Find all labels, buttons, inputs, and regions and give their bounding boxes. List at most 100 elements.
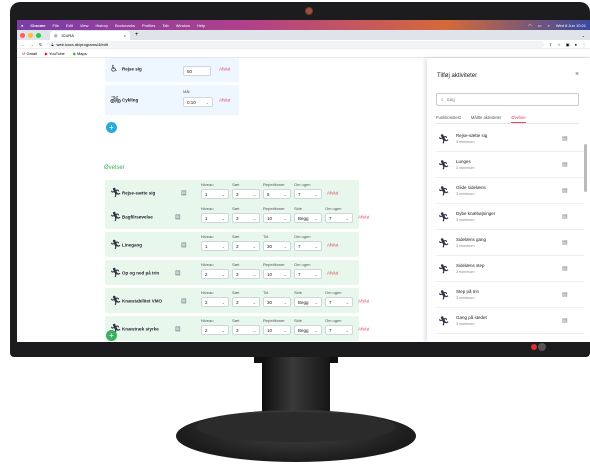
catalog-item[interactable]: 🏃︎ Rejse-sætte sig 3 minimum ▤ [436,128,584,152]
share-icon[interactable]: ⇪ [549,42,552,47]
catalog-item[interactable]: 🏃︎ Dybe knæbøjninger 3 minimum ▤ [436,206,584,230]
catalog-item[interactable]: 🏃︎ Lunges 3 minimum ▤ [436,154,584,178]
field-select[interactable]: 3 ⌄ [232,269,260,279]
end-button[interactable]: Afslut [358,326,369,331]
close-window-icon[interactable] [20,32,25,38]
goal-select[interactable]: 0:10 ⌄ [183,97,213,107]
menu-item[interactable]: File [53,23,59,28]
catalog-item[interactable]: 🏃︎ Gang på stedet 3 minimum ▤ [436,310,584,334]
clock[interactable]: Wed 8 Jun 10.01 [556,23,586,28]
panel-scrollbar[interactable] [584,144,587,192]
field-select[interactable]: 2 ⌄ [201,325,229,335]
field-select[interactable]: 3 ⌄ [232,213,260,223]
field-select[interactable]: 1 ⌄ [201,189,229,199]
field-select[interactable]: Begg ⌄ [294,213,322,223]
url-field[interactable]: 🔒︎ web.icura.dk/programs/4/edit [47,40,544,48]
apple-icon[interactable]: ● [21,23,23,28]
field-select[interactable]: Begg ⌄ [294,325,322,335]
bookmark-youtube[interactable]: ▶ YouTube [45,51,65,56]
catalog-item[interactable]: 🏃︎ Sidelæns step 3 minimum ▤ [436,258,584,282]
field-select[interactable]: 7 ⌄ [325,325,353,335]
menu-item[interactable]: Profiles [142,23,155,28]
calendar-icon[interactable]: ▤ [175,325,181,332]
chevron-down-icon[interactable]: ⌄ [582,33,585,38]
field-select[interactable]: 2 ⌄ [201,269,229,279]
field-select[interactable]: 10 ⌄ [263,325,291,335]
more-icon[interactable]: ⋮ [582,42,586,47]
field-select[interactable]: 3 ⌄ [232,241,260,251]
wifi-icon[interactable]: ◠ [528,23,532,28]
tab-functional-test[interactable]: Funktionstest [436,112,461,123]
field-select[interactable]: 1 ⌄ [201,213,229,223]
field-select[interactable]: 3 ⌄ [232,297,260,307]
forward-icon[interactable]: → [30,42,34,47]
calendar-icon[interactable]: ▤ [562,187,568,194]
calendar-icon[interactable]: ▤ [562,317,568,324]
activity-value-input[interactable]: 50 [183,66,211,76]
bookmark-gmail[interactable]: M Gmail [22,51,37,56]
search-icon[interactable]: ⌕ [548,23,550,28]
field-select[interactable]: 3 ⌄ [232,325,260,335]
field-select[interactable]: 7 ⌄ [294,189,322,199]
menu-item[interactable]: Tab [162,23,168,28]
calendar-icon[interactable]: ▤ [562,135,568,142]
field-select[interactable]: 30 ⌄ [263,241,291,251]
zoom-window-icon[interactable] [36,32,41,38]
reload-icon[interactable]: ↻ [39,42,42,47]
profile-icon[interactable]: ● [575,42,577,47]
calendar-icon[interactable]: ▤ [562,239,568,246]
add-exercise-button[interactable]: + [106,330,117,341]
menu-item[interactable]: Help [197,23,205,28]
tab-measured-activities[interactable]: Måltte aktiviteter [471,112,502,123]
end-button[interactable]: Afslut [219,98,230,103]
calendar-icon[interactable]: ▤ [562,213,568,220]
calendar-icon[interactable]: ▤ [175,213,181,220]
search-input[interactable]: ⌕ Søg [436,93,579,106]
end-button[interactable]: Afslut [327,190,338,195]
back-icon[interactable]: ← [21,42,25,47]
calendar-icon[interactable]: ▤ [562,291,568,298]
menu-item[interactable]: Bookmarks [115,23,135,28]
field-select[interactable]: 10 ⌄ [263,269,291,279]
catalog-item[interactable]: 🏃︎ Glide sidelæns 3 minimum ▤ [436,180,584,204]
battery-icon[interactable]: ▭ [538,23,542,28]
power-button[interactable] [538,343,546,351]
extensions-icon[interactable]: ▣ [566,42,570,47]
end-button[interactable]: Afslut [327,242,338,247]
calendar-icon[interactable]: ▤ [181,297,187,304]
close-tab-icon[interactable]: × [124,33,126,38]
end-button[interactable]: Afslut [358,214,369,219]
catalog-item[interactable]: 🏃︎ Sidelæns gang 3 minimum ▤ [436,232,584,256]
tab-exercises[interactable]: Øvelser [511,112,526,123]
field-select[interactable]: 7 ⌄ [325,297,353,307]
field-select[interactable]: 1 ⌄ [201,241,229,251]
field-select[interactable]: 7 ⌄ [294,241,322,251]
end-button[interactable]: Afslut [219,67,230,72]
menu-item[interactable]: History [96,23,108,28]
field-select[interactable]: 10 ⌄ [263,213,291,223]
field-select[interactable]: 3 ⌄ [232,189,260,199]
close-icon[interactable]: × [575,71,579,78]
calendar-icon[interactable]: ▤ [562,161,568,168]
bookmark-maps[interactable]: ◆ Maps [73,51,87,56]
new-tab-icon[interactable]: + [135,32,139,38]
browser-tab[interactable]: ◎ ICURA × [50,31,130,40]
menu-item[interactable]: Edit [66,23,73,28]
menu-item[interactable]: Window [176,23,190,28]
end-button[interactable]: Afslut [358,298,369,303]
star-icon[interactable]: ☆ [557,42,561,47]
calendar-icon[interactable]: ▤ [181,189,187,196]
field-select[interactable]: 7 ⌄ [325,213,353,223]
calendar-icon[interactable]: ▤ [181,241,187,248]
catalog-item[interactable]: 🏃︎ Step på trin 3 minimum ▤ [436,284,584,308]
end-button[interactable]: Afslut [327,270,338,275]
field-select[interactable]: 30 ⌄ [263,297,291,307]
field-select[interactable]: 2 ⌄ [201,297,229,307]
minimize-window-icon[interactable] [28,32,33,38]
field-select[interactable]: Begg ⌄ [294,297,322,307]
add-activity-button[interactable]: + [106,122,117,133]
menu-item[interactable]: View [80,23,89,28]
calendar-icon[interactable]: ▤ [562,265,568,272]
calendar-icon[interactable]: ▤ [175,269,181,276]
field-select[interactable]: 5 ⌄ [263,189,291,199]
